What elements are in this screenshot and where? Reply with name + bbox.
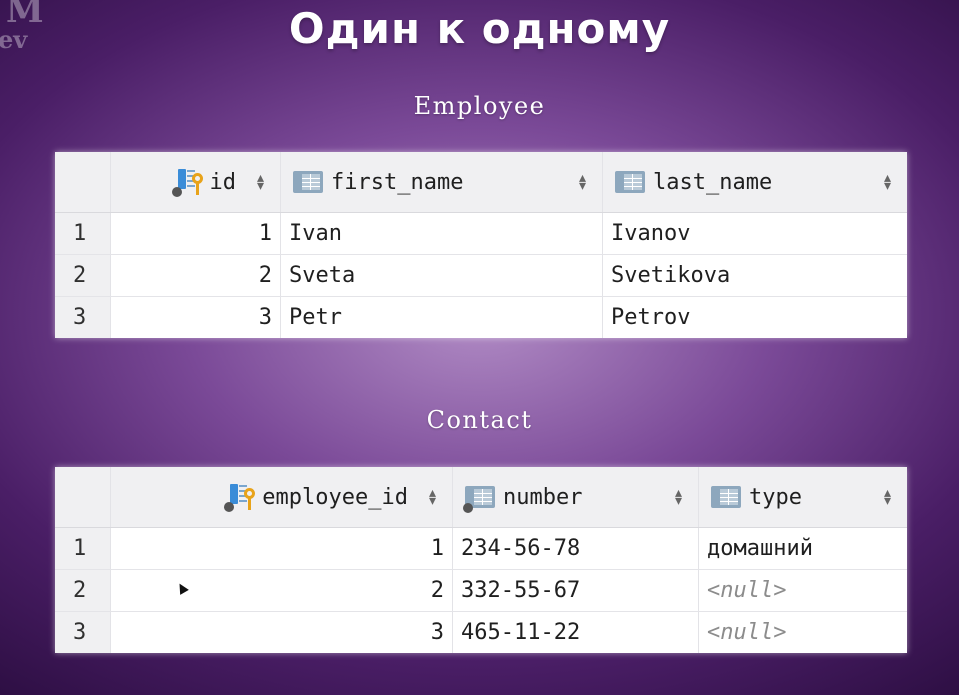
page-title: Один к одному	[288, 4, 671, 53]
employee-table-title: Employee	[413, 92, 546, 120]
column-header-label: number	[503, 484, 583, 510]
row-number: 2	[55, 255, 111, 296]
sort-icon[interactable]: ▴ ▾	[579, 171, 586, 193]
primary-key-icon	[171, 167, 206, 197]
column-icon	[709, 483, 743, 511]
row-number: 3	[55, 612, 111, 653]
table-row[interactable]: 3 3 Petr Petrov	[55, 297, 907, 338]
contact-table: employee_id ▴ ▾ number ▴ ▾ type ▴ ▾ 1 1 234…	[55, 467, 907, 653]
column-header-label: type	[749, 484, 802, 510]
table-row[interactable]: 2 2 Sveta Svetikova	[55, 255, 907, 297]
column-icon	[613, 168, 647, 196]
cell-number[interactable]: 332-55-67	[453, 570, 699, 611]
cell-last-name[interactable]: Ivanov	[603, 213, 907, 254]
sort-icon[interactable]: ▴ ▾	[257, 171, 264, 193]
column-header-label: id	[209, 169, 237, 195]
row-number: 1	[55, 528, 111, 569]
table-row[interactable]: 3 3 465-11-22 <null>	[55, 612, 907, 653]
row-number: 2	[55, 570, 111, 611]
row-number-header	[55, 152, 111, 212]
column-header-label: first_name	[331, 169, 464, 195]
row-number-header	[55, 467, 111, 527]
sort-icon[interactable]: ▴ ▾	[429, 486, 436, 508]
contact-header-row: employee_id ▴ ▾ number ▴ ▾ type ▴ ▾	[55, 467, 907, 528]
sort-icon[interactable]: ▴ ▾	[884, 486, 891, 508]
column-header-employee-id[interactable]: employee_id ▴ ▾	[111, 467, 453, 527]
column-icon	[291, 168, 325, 196]
cell-last-name[interactable]: Petrov	[603, 297, 907, 338]
cell-id[interactable]: 3	[111, 297, 281, 338]
cell-employee-id[interactable]: 1	[111, 528, 453, 569]
cell-number[interactable]: 234-56-78	[453, 528, 699, 569]
cell-type-null[interactable]: <null>	[699, 612, 907, 653]
sort-icon[interactable]: ▴ ▾	[675, 486, 682, 508]
cell-type[interactable]: домашний	[699, 528, 907, 569]
cell-last-name[interactable]: Svetikova	[603, 255, 907, 296]
column-header-number[interactable]: number ▴ ▾	[453, 467, 699, 527]
primary-foreign-key-icon	[224, 482, 258, 512]
cell-first-name[interactable]: Ivan	[281, 213, 603, 254]
cell-type-null[interactable]: <null>	[699, 570, 907, 611]
employee-table: id ▴ ▾ first_name ▴ ▾ last_name ▴ ▾ 1 1 Iva…	[55, 152, 907, 338]
cell-first-name[interactable]: Petr	[281, 297, 603, 338]
cell-employee-id[interactable]: 2	[111, 570, 453, 611]
column-header-label: last_name	[653, 169, 773, 195]
sort-icon[interactable]: ▴ ▾	[884, 171, 891, 193]
employee-header-row: id ▴ ▾ first_name ▴ ▾ last_name ▴ ▾	[55, 152, 907, 213]
table-row[interactable]: 1 1 Ivan Ivanov	[55, 213, 907, 255]
row-number: 3	[55, 297, 111, 338]
cell-id[interactable]: 1	[111, 213, 281, 254]
column-header-first-name[interactable]: first_name ▴ ▾	[281, 152, 603, 212]
cell-first-name[interactable]: Sveta	[281, 255, 603, 296]
column-header-last-name[interactable]: last_name ▴ ▾	[603, 152, 907, 212]
cell-employee-id[interactable]: 3	[111, 612, 453, 653]
column-header-label: employee_id	[262, 484, 408, 510]
contact-table-title: Contact	[426, 406, 533, 434]
column-header-type[interactable]: type ▴ ▾	[699, 467, 907, 527]
cell-id[interactable]: 2	[111, 255, 281, 296]
column-header-id[interactable]: id ▴ ▾	[111, 152, 281, 212]
cell-number[interactable]: 465-11-22	[453, 612, 699, 653]
foreign-key-column-icon	[463, 483, 497, 513]
table-row[interactable]: 1 1 234-56-78 домашний	[55, 528, 907, 570]
row-number: 1	[55, 213, 111, 254]
